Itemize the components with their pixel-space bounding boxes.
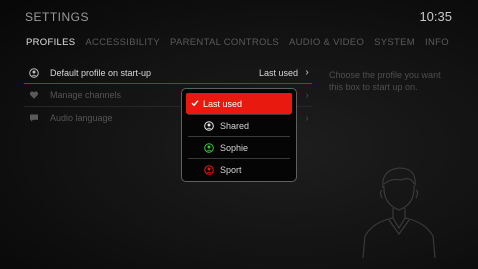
tab-audio-video[interactable]: AUDIO & VIDEO xyxy=(289,37,364,48)
tab-bar: PROFILES ACCESSIBILITY PARENTAL CONTROLS… xyxy=(26,37,459,48)
user-circle-icon xyxy=(204,142,214,153)
speech-bubble-icon xyxy=(28,112,40,124)
option-shared[interactable]: Shared xyxy=(186,115,292,136)
option-label: Sport xyxy=(220,164,242,175)
heart-icon xyxy=(28,89,40,101)
tab-parental-controls[interactable]: PARENTAL CONTROLS xyxy=(170,37,279,48)
option-label: Sophie xyxy=(220,142,249,153)
user-circle-icon xyxy=(204,120,214,131)
option-sport[interactable]: Sport xyxy=(186,159,292,180)
user-circle-icon xyxy=(204,164,214,175)
setting-default-profile[interactable]: Default profile on start-up Last used › xyxy=(24,62,312,84)
tab-info[interactable]: INFO xyxy=(425,37,449,48)
option-sophie[interactable]: Sophie xyxy=(186,137,292,158)
profile-dropdown: Last used Shared Sophie Sport xyxy=(181,88,297,182)
chevron-right-icon: › xyxy=(305,67,309,78)
settings-screen: SETTINGS 10:35 PROFILES ACCESSIBILITY PA… xyxy=(0,0,478,269)
option-label: Shared xyxy=(220,120,250,131)
user-circle-icon xyxy=(28,67,40,79)
option-label: Last used xyxy=(203,98,243,109)
person-illustration-icon xyxy=(355,158,443,259)
option-last-used[interactable]: Last used xyxy=(186,93,292,114)
tab-system[interactable]: SYSTEM xyxy=(374,37,415,48)
page-title: SETTINGS xyxy=(25,10,90,24)
setting-label: Default profile on start-up xyxy=(50,67,152,78)
clock: 10:35 xyxy=(419,9,452,24)
help-text: Choose the profile you want this box to … xyxy=(329,70,441,92)
tab-profiles[interactable]: PROFILES xyxy=(26,37,75,48)
setting-value: Last used xyxy=(258,67,298,78)
chevron-right-icon: › xyxy=(305,112,309,124)
chevron-right-icon: › xyxy=(305,89,309,101)
tab-accessibility[interactable]: ACCESSIBILITY xyxy=(85,37,160,48)
checkmark-icon xyxy=(191,99,203,109)
